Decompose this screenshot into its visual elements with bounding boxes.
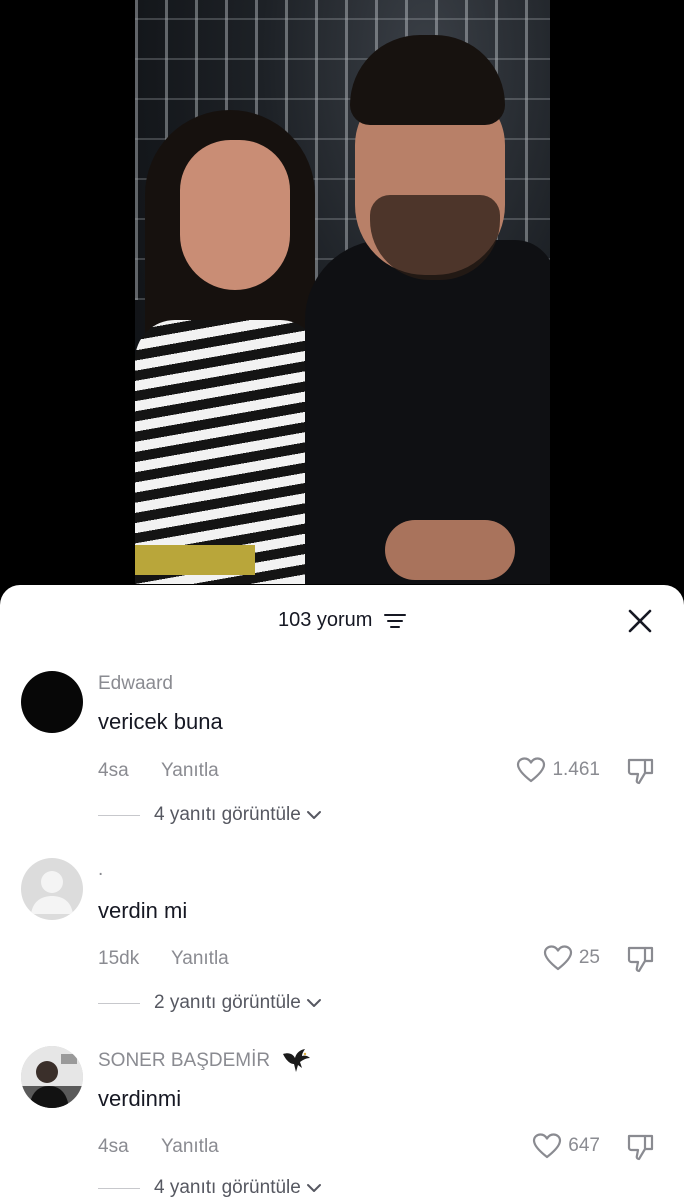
comment-count-label: 103 yorum (277, 609, 373, 632)
view-replies-button[interactable]: 4 yanıtı görüntüle (98, 804, 323, 826)
comment-text: verdin mi (98, 898, 188, 923)
man-hand (385, 520, 515, 580)
close-icon[interactable] (624, 605, 656, 637)
video-player[interactable] (0, 0, 684, 600)
like-count: 25 (578, 947, 600, 968)
eagle-icon (283, 1049, 311, 1072)
comments-header: 103 yorum (0, 585, 684, 657)
woman-face (180, 140, 290, 290)
replies-divider (98, 814, 140, 816)
avatar[interactable] (21, 858, 83, 920)
replies-divider (98, 1187, 140, 1189)
like-count: 1.461 (552, 759, 600, 780)
view-replies-label: 4 yanıtı görüntüle (154, 1177, 301, 1198)
comment-time: 4sa (98, 1136, 129, 1157)
view-replies-label: 4 yanıtı görüntüle (154, 804, 301, 825)
comment-username-text: SONER BAŞDEMİR (98, 1050, 271, 1072)
heart-icon (533, 1133, 562, 1159)
comment-text: vericek buna (98, 709, 223, 734)
avatar[interactable] (21, 671, 83, 733)
comment-count[interactable]: 103 yorum (0, 609, 684, 632)
comment-username[interactable]: . (98, 859, 103, 881)
comment-username[interactable]: SONER BAŞDEMİR (98, 1048, 311, 1074)
heart-icon (543, 945, 572, 971)
default-avatar-icon (31, 871, 73, 914)
avatar[interactable] (21, 1046, 83, 1108)
thumbs-down-icon[interactable] (626, 944, 656, 974)
comment-username[interactable]: Edwaard (98, 673, 173, 695)
like-button[interactable]: 1.461 (516, 756, 600, 784)
replies-divider (98, 1002, 140, 1004)
chevron-down-icon (306, 999, 321, 1007)
reply-button[interactable]: Yanıtla (171, 948, 229, 970)
view-replies-button[interactable]: 4 yanıtı görüntüle (98, 1177, 323, 1199)
view-replies-button[interactable]: 2 yanıtı görüntüle (98, 992, 323, 1014)
comment-time: 15dk (98, 948, 140, 969)
comment-text: verdinmi (98, 1086, 182, 1111)
chevron-down-icon (306, 811, 321, 819)
comment-time: 4sa (98, 760, 129, 781)
thumbs-down-icon[interactable] (626, 756, 656, 786)
like-count: 647 (568, 1135, 600, 1156)
user-photo-icon (21, 1046, 83, 1108)
like-button[interactable]: 647 (532, 1132, 600, 1160)
reply-button[interactable]: Yanıtla (161, 760, 219, 782)
view-replies-label: 2 yanıtı görüntüle (154, 992, 301, 1013)
thumbs-down-icon[interactable] (626, 1132, 656, 1162)
reply-button[interactable]: Yanıtla (161, 1136, 219, 1158)
heart-icon (517, 757, 546, 783)
comments-sheet: 103 yorum Edwaard vericek buna 4sa Yanıt… (0, 585, 684, 1200)
woman-waistband (135, 545, 255, 575)
filter-icon[interactable] (384, 613, 407, 629)
chevron-down-icon (306, 1184, 321, 1192)
like-button[interactable]: 25 (543, 944, 600, 972)
video-frame (135, 0, 550, 584)
